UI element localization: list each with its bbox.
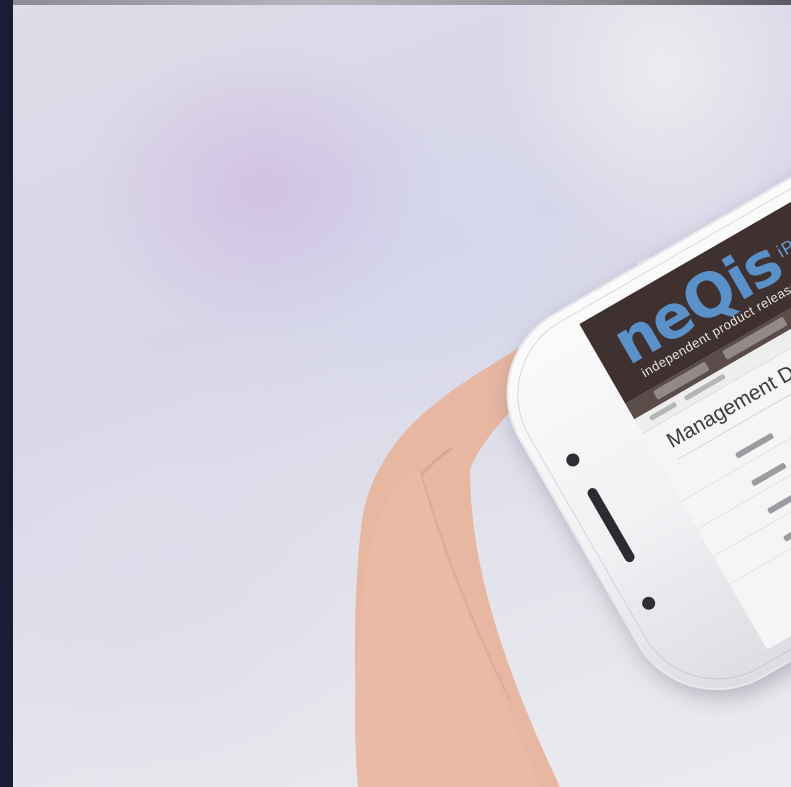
photo-scene: neQis iPR independent product release Ma… [0, 0, 791, 787]
phone-wrap: neQis iPR independent product release Ma… [0, 0, 791, 787]
smartphone: neQis iPR independent product release Ma… [473, 0, 791, 724]
logo-suffix: iPR [773, 228, 791, 262]
dashboard-row-label [766, 494, 791, 515]
dashboard-row-label [734, 432, 775, 459]
dashboard-row-label [782, 514, 791, 542]
dashboard-row-label [750, 462, 787, 487]
